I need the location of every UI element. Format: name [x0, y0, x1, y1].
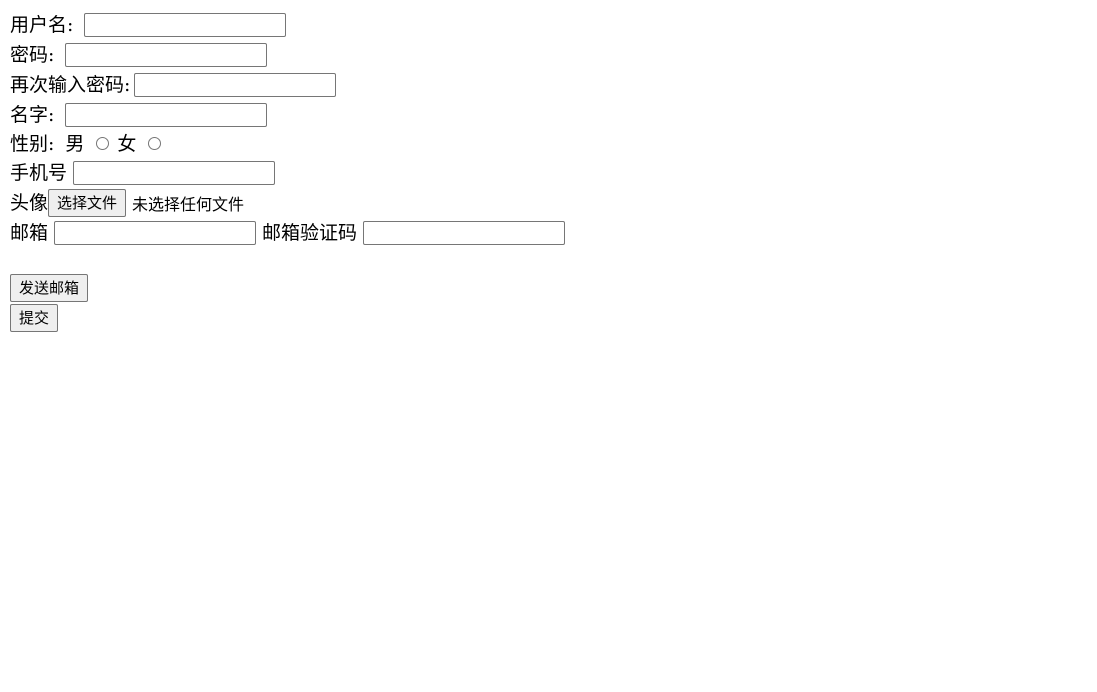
- file-status-text: 未选择任何文件: [132, 195, 245, 214]
- gender-label: 性别:: [10, 133, 55, 155]
- submit-button[interactable]: 提交: [10, 304, 59, 332]
- gender-option-female-label: 女: [117, 133, 137, 155]
- submit-row: 提交: [10, 304, 565, 334]
- gender-row: 性别: 男 女: [10, 130, 565, 158]
- avatar-row: 头像 选择文件 未选择任何文件: [10, 188, 565, 218]
- email-label: 邮箱: [10, 222, 49, 244]
- choose-file-button[interactable]: 选择文件: [48, 189, 127, 217]
- phone-row: 手机号: [10, 158, 565, 188]
- username-input[interactable]: [84, 13, 287, 37]
- password-confirm-input[interactable]: [134, 73, 337, 97]
- name-label: 名字:: [10, 104, 55, 126]
- gender-female-radio[interactable]: [148, 136, 162, 150]
- send-email-button[interactable]: 发送邮箱: [10, 274, 89, 302]
- password-confirm-row: 再次输入密码:: [10, 70, 565, 100]
- email-code-input[interactable]: [363, 221, 566, 245]
- avatar-label: 头像: [10, 192, 49, 214]
- email-row: 邮箱 邮箱验证码: [10, 218, 566, 248]
- email-input[interactable]: [54, 221, 257, 245]
- send-email-row: 发送邮箱: [10, 274, 565, 304]
- password-confirm-label: 再次输入密码:: [10, 74, 131, 96]
- password-row: 密码:: [10, 40, 565, 70]
- name-input[interactable]: [65, 103, 268, 127]
- password-input[interactable]: [65, 43, 268, 67]
- password-label: 密码:: [10, 44, 55, 66]
- register-form: 用户名: 密码: 再次输入密码: 名字: 性别: 男 女 手机号 头像 选择文件…: [10, 10, 566, 334]
- username-label: 用户名:: [10, 14, 74, 36]
- gender-male-radio[interactable]: [96, 136, 110, 150]
- name-row: 名字:: [10, 100, 565, 130]
- phone-label: 手机号: [10, 162, 68, 184]
- email-code-label: 邮箱验证码: [262, 222, 358, 244]
- phone-input[interactable]: [73, 161, 276, 185]
- gender-option-male-label: 男: [65, 133, 85, 155]
- username-row: 用户名:: [10, 10, 565, 40]
